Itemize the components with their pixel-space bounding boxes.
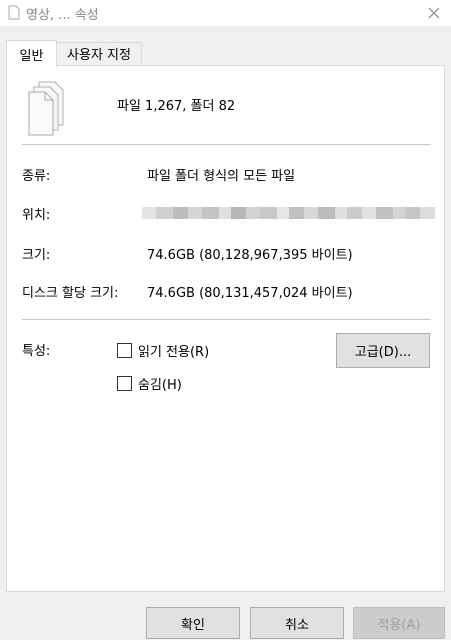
advanced-button[interactable]: 고급(D)...	[336, 333, 430, 368]
window-title: 영상, ... 속성	[26, 8, 99, 23]
tab-customize[interactable]: 사용자 지정	[56, 42, 142, 64]
hidden-checkbox-row[interactable]: 숨김(H)	[117, 374, 182, 393]
separator	[22, 319, 431, 320]
ok-button-label: 확인	[181, 617, 205, 633]
disk-size-label: 디스크 할당 크기:	[22, 286, 119, 301]
general-panel: 파일 1,267, 폴더 82 종류: 파일 폴더 형식의 모든 파일 위치: …	[6, 65, 445, 592]
readonly-label: 읽기 전용(R)	[138, 345, 210, 360]
type-value: 파일 폴더 형식의 모든 파일	[147, 169, 296, 184]
multiple-files-icon	[28, 81, 64, 136]
readonly-checkbox[interactable]	[117, 343, 132, 358]
tab-strip: 일반 사용자 지정	[0, 40, 451, 67]
readonly-checkbox-row[interactable]: 읽기 전용(R)	[117, 341, 209, 360]
advanced-button-label: 고급(D)...	[354, 345, 412, 360]
separator	[22, 144, 431, 145]
apply-button-label: 적용(A)	[377, 617, 421, 633]
hidden-label: 숨김(H)	[138, 378, 182, 393]
tab-general-label: 일반	[19, 48, 44, 64]
location-value-redacted	[142, 207, 435, 219]
apply-button[interactable]: 적용(A)	[353, 607, 445, 639]
item-count: 파일 1,267, 폴더 82	[117, 99, 236, 114]
size-label: 크기:	[22, 248, 51, 263]
document-icon	[8, 5, 20, 20]
ok-button[interactable]: 확인	[146, 607, 240, 639]
tab-customize-label: 사용자 지정	[67, 48, 131, 63]
title-bar: 영상, ... 속성	[0, 0, 451, 26]
disk-size-value: 74.6GB (80,131,457,024 바이트)	[147, 286, 353, 301]
location-label: 위치:	[22, 208, 51, 223]
type-label: 종류:	[22, 169, 51, 184]
attributes-label: 특성:	[22, 344, 51, 359]
size-value: 74.6GB (80,128,967,395 바이트)	[147, 248, 353, 263]
close-icon	[428, 7, 440, 19]
hidden-checkbox[interactable]	[117, 376, 132, 391]
tab-general[interactable]: 일반	[6, 40, 57, 67]
cancel-button[interactable]: 취소	[250, 607, 344, 639]
cancel-button-label: 취소	[285, 617, 309, 633]
close-button[interactable]	[423, 2, 445, 24]
